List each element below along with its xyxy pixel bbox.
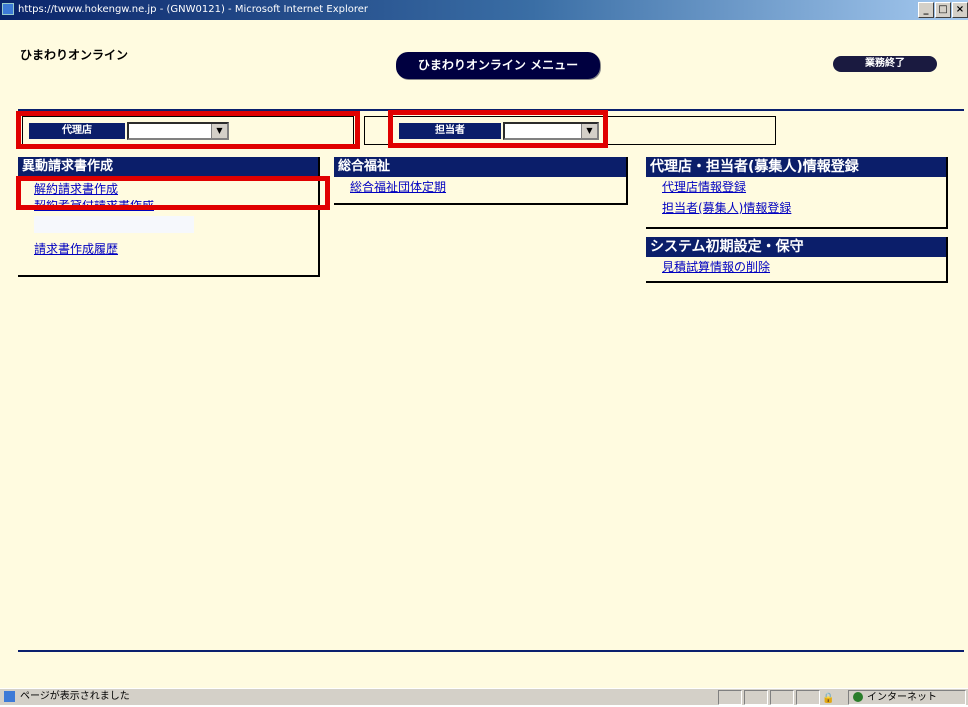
- globe-icon: [853, 692, 863, 702]
- registration-panel: 代理店・担当者(募集人)情報登録 代理店情報登録 担当者(募集人)情報登録: [646, 157, 948, 229]
- welfare-panel-title: 総合福祉: [334, 157, 626, 177]
- maximize-button[interactable]: □: [935, 2, 951, 18]
- ie-icon: [2, 3, 14, 15]
- invoice-history-link[interactable]: 請求書作成履歴: [18, 239, 318, 260]
- blank-row: [34, 216, 194, 233]
- system-panel: システム初期設定・保守 見積試算情報の削除: [646, 237, 948, 283]
- lock-icon: 🔒: [822, 693, 835, 704]
- page-icon: [4, 691, 15, 702]
- close-button[interactable]: ×: [952, 2, 968, 18]
- staff-highlight-frame: [388, 110, 608, 148]
- agency-highlight-frame: [16, 111, 360, 149]
- status-cell: [796, 690, 820, 705]
- app-name: ひまわりオンライン: [20, 48, 129, 62]
- status-cell: [718, 690, 742, 705]
- status-cell: [744, 690, 768, 705]
- page-content: ひまわりオンライン ひまわりオンライン メニュー 業務終了 代理店 ▼ 担当者 …: [0, 20, 968, 688]
- status-cell: [770, 690, 794, 705]
- billing-panel: 異動請求書作成 解約請求書作成 契約者貸付請求書作成 請求書作成履歴: [18, 157, 320, 277]
- system-panel-title: システム初期設定・保守: [646, 237, 946, 257]
- welfare-panel: 総合福祉 総合福祉団体定期: [334, 157, 628, 205]
- billing-panel-title: 異動請求書作成: [18, 157, 318, 177]
- window-titlebar: https://twww.hokengw.ne.jp - (GNW0121) -…: [0, 0, 968, 20]
- estimate-deletion-link[interactable]: 見積試算情報の削除: [646, 257, 946, 278]
- status-cells: [718, 690, 822, 705]
- registration-panel-title: 代理店・担当者(募集人)情報登録: [646, 157, 946, 177]
- staff-info-registration-link[interactable]: 担当者(募集人)情報登録: [646, 198, 946, 219]
- status-text: ページが表示されました: [20, 691, 130, 702]
- cancellation-highlight-frame: [16, 176, 330, 210]
- window-title: https://twww.hokengw.ne.jp - (GNW0121) -…: [18, 4, 369, 15]
- bottom-divider: [18, 650, 964, 652]
- end-work-button[interactable]: 業務終了: [833, 56, 937, 72]
- agency-info-registration-link[interactable]: 代理店情報登録: [646, 177, 946, 198]
- window-controls: _ □ ×: [917, 2, 968, 18]
- menu-title-badge: ひまわりオンライン メニュー: [396, 52, 600, 79]
- security-zone: インターネット: [848, 690, 966, 705]
- group-term-link[interactable]: 総合福祉団体定期: [334, 177, 626, 198]
- status-bar: ページが表示されました 🔒 インターネット: [0, 688, 968, 705]
- minimize-button[interactable]: _: [918, 2, 934, 18]
